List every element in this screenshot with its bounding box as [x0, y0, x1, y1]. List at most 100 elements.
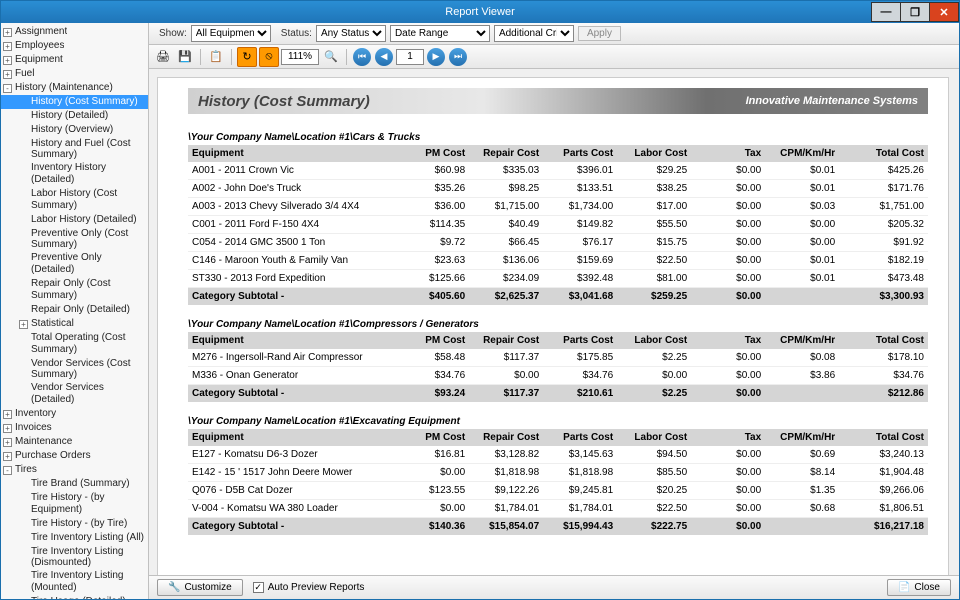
- tree-item[interactable]: +Purchase Orders: [1, 449, 148, 463]
- last-page-button[interactable]: ⏭: [449, 48, 467, 66]
- tree-item[interactable]: Preventive Only (Cost Summary): [1, 227, 148, 251]
- report-table: EquipmentPM CostRepair CostParts CostLab…: [188, 145, 928, 305]
- tree-item[interactable]: Labor History (Cost Summary): [1, 187, 148, 213]
- table-row: M276 - Ingersoll-Rand Air Compressor$58.…: [188, 349, 928, 367]
- tree-item[interactable]: History (Overview): [1, 123, 148, 137]
- report-table: EquipmentPM CostRepair CostParts CostLab…: [188, 332, 928, 402]
- expand-icon[interactable]: +: [3, 438, 12, 447]
- copy-icon[interactable]: 📋: [206, 47, 226, 67]
- table-row: E127 - Komatsu D6-3 Dozer$16.81$3,128.82…: [188, 446, 928, 464]
- tree-item[interactable]: Tire Brand (Summary): [1, 477, 148, 491]
- tree-spacer: [19, 390, 28, 399]
- expand-icon[interactable]: +: [19, 320, 28, 329]
- tree-label: Tire Usage (Detailed): [31, 596, 126, 599]
- apply-button[interactable]: Apply: [578, 26, 621, 41]
- tree-label: History and Fuel (Cost Summary): [31, 138, 146, 160]
- tree-item[interactable]: History and Fuel (Cost Summary): [1, 137, 148, 161]
- tree-label: History (Cost Summary): [31, 96, 138, 108]
- auto-preview-checkbox[interactable]: ✓Auto Preview Reports: [253, 582, 365, 593]
- tree-item[interactable]: Repair Only (Detailed): [1, 303, 148, 317]
- tree-item[interactable]: Labor History (Detailed): [1, 213, 148, 227]
- expand-icon[interactable]: +: [3, 28, 12, 37]
- tree-item[interactable]: +Equipment: [1, 53, 148, 67]
- tree-item[interactable]: Vendor Services (Cost Summary): [1, 357, 148, 381]
- page-input[interactable]: [396, 49, 424, 65]
- tree-item[interactable]: +Employees: [1, 39, 148, 53]
- tree-spacer: [19, 170, 28, 179]
- expand-icon[interactable]: +: [3, 42, 12, 51]
- tree-item[interactable]: Inventory History (Detailed): [1, 161, 148, 187]
- tree-label: Preventive Only (Cost Summary): [31, 228, 146, 250]
- tree-item[interactable]: +Maintenance: [1, 435, 148, 449]
- tree-spacer: [19, 112, 28, 121]
- zoom-icon[interactable]: 🔍: [321, 47, 341, 67]
- criteria-select[interactable]: Additional Criteria: [494, 25, 574, 42]
- expand-icon[interactable]: +: [3, 70, 12, 79]
- tree-label: Total Operating (Cost Summary): [31, 332, 146, 356]
- tree-item[interactable]: +Invoices: [1, 421, 148, 435]
- expand-icon[interactable]: +: [3, 56, 12, 65]
- status-select[interactable]: Any Status: [316, 25, 386, 42]
- tree-item[interactable]: History (Cost Summary): [1, 95, 148, 109]
- refresh-icon[interactable]: ↻: [237, 47, 257, 67]
- show-select[interactable]: All Equipment: [191, 25, 271, 42]
- print-icon[interactable]: 🖨: [153, 47, 173, 67]
- expand-icon[interactable]: +: [3, 410, 12, 419]
- tree-item[interactable]: Tire Inventory Listing (Mounted): [1, 569, 148, 595]
- table-row: A002 - John Doe's Truck$35.26$98.25$133.…: [188, 180, 928, 198]
- tree-item[interactable]: History (Detailed): [1, 109, 148, 123]
- stop-icon[interactable]: ⦸: [259, 47, 279, 67]
- tree-item[interactable]: Tire Inventory Listing (Dismounted): [1, 545, 148, 569]
- tree-spacer: [19, 286, 28, 295]
- status-label: Status:: [281, 28, 312, 39]
- tree-label: Assignment: [15, 26, 67, 38]
- tree-item[interactable]: Tire Usage (Detailed): [1, 595, 148, 599]
- collapse-icon[interactable]: -: [3, 466, 12, 475]
- tree-spacer: [19, 365, 28, 374]
- expand-icon[interactable]: +: [3, 452, 12, 461]
- tree-item[interactable]: -Tires: [1, 463, 148, 477]
- tree-item[interactable]: +Assignment: [1, 25, 148, 39]
- close-report-button[interactable]: 📄Close: [887, 579, 951, 596]
- report-page: History (Cost Summary) Innovative Mainte…: [157, 77, 949, 575]
- tree-item[interactable]: Tire Inventory Listing (All): [1, 531, 148, 545]
- tree-item[interactable]: +Statistical: [1, 317, 148, 331]
- daterange-select[interactable]: Date Range: [390, 25, 490, 42]
- first-page-button[interactable]: ⏮: [353, 48, 371, 66]
- export-icon[interactable]: 💾: [175, 47, 195, 67]
- tree-label: Tire History - (by Equipment): [31, 492, 146, 516]
- tree-spacer: [19, 598, 28, 600]
- titlebar: Report Viewer — ❐ ✕: [1, 1, 959, 23]
- tree-item[interactable]: Repair Only (Cost Summary): [1, 277, 148, 303]
- tree-spacer: [19, 306, 28, 315]
- next-page-button[interactable]: ▶: [427, 48, 445, 66]
- table-row: A003 - 2013 Chevy Silverado 3/4 4X4$36.0…: [188, 198, 928, 216]
- tree-label: Inventory History (Detailed): [31, 162, 146, 186]
- tree-label: Employees: [15, 40, 64, 52]
- tree-item[interactable]: Tire History - (by Tire): [1, 517, 148, 531]
- tree-label: Maintenance: [15, 436, 72, 448]
- column-header: Total Cost: [839, 332, 928, 349]
- minimize-button[interactable]: —: [871, 2, 901, 22]
- tree-label: Invoices: [15, 422, 52, 434]
- report-viewport[interactable]: History (Cost Summary) Innovative Mainte…: [149, 69, 959, 575]
- report-tree[interactable]: +Assignment+Employees+Equipment+Fuel-His…: [1, 23, 149, 599]
- collapse-icon[interactable]: -: [3, 84, 12, 93]
- expand-icon[interactable]: +: [3, 424, 12, 433]
- tree-item[interactable]: Total Operating (Cost Summary): [1, 331, 148, 357]
- zoom-input[interactable]: [281, 49, 319, 65]
- tree-label: History (Detailed): [31, 110, 108, 122]
- prev-page-button[interactable]: ◀: [375, 48, 393, 66]
- tree-item[interactable]: Vendor Services (Detailed): [1, 381, 148, 407]
- tree-item[interactable]: Tire History - (by Equipment): [1, 491, 148, 517]
- table-row: Q076 - D5B Cat Dozer$123.55$9,122.26$9,2…: [188, 482, 928, 500]
- column-header: PM Cost: [395, 332, 469, 349]
- tree-item[interactable]: +Inventory: [1, 407, 148, 421]
- close-button[interactable]: ✕: [929, 2, 959, 22]
- table-row: A001 - 2011 Crown Vic$60.98$335.03$396.0…: [188, 162, 928, 180]
- tree-item[interactable]: -History (Maintenance): [1, 81, 148, 95]
- customize-button[interactable]: 🔧Customize: [157, 579, 243, 596]
- maximize-button[interactable]: ❐: [900, 2, 930, 22]
- tree-item[interactable]: +Fuel: [1, 67, 148, 81]
- tree-item[interactable]: Preventive Only (Detailed): [1, 251, 148, 277]
